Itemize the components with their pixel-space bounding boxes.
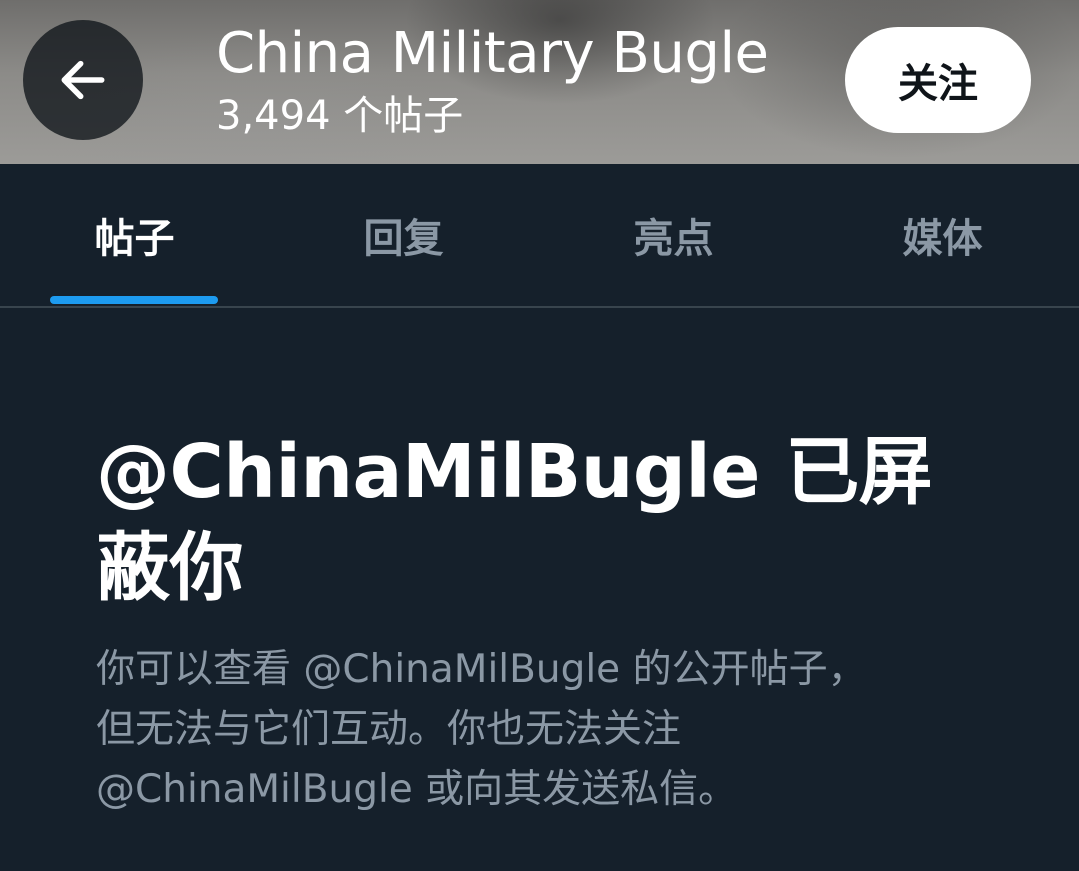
tab-replies[interactable]: 回复 <box>269 164 538 306</box>
active-tab-indicator <box>50 296 218 304</box>
post-count: 3,494 个帖子 <box>216 93 464 139</box>
back-button[interactable] <box>23 20 143 140</box>
blocked-description: 你可以查看 @ChinaMilBugle 的公开帖子，但无法与它们互动。你也无法… <box>96 647 867 812</box>
profile-title-block: China Military Bugle 3,494 个帖子 <box>216 20 769 142</box>
profile-name: China Military Bugle <box>216 21 769 86</box>
tab-highlights[interactable]: 亮点 <box>539 164 808 306</box>
arrow-left-icon <box>61 60 105 100</box>
follow-button[interactable]: 关注 <box>845 27 1031 133</box>
profile-header: China Military Bugle 3,494 个帖子 关注 <box>0 0 1079 164</box>
blocked-title: @ChinaMilBugle 已屏蔽你 <box>96 429 933 611</box>
tab-posts[interactable]: 帖子 <box>0 164 269 306</box>
profile-tabs: 帖子 回复 亮点 媒体 <box>0 164 1079 308</box>
tab-media[interactable]: 媒体 <box>808 164 1077 306</box>
profile-page: China Military Bugle 3,494 个帖子 关注 帖子 回复 … <box>0 0 1079 871</box>
